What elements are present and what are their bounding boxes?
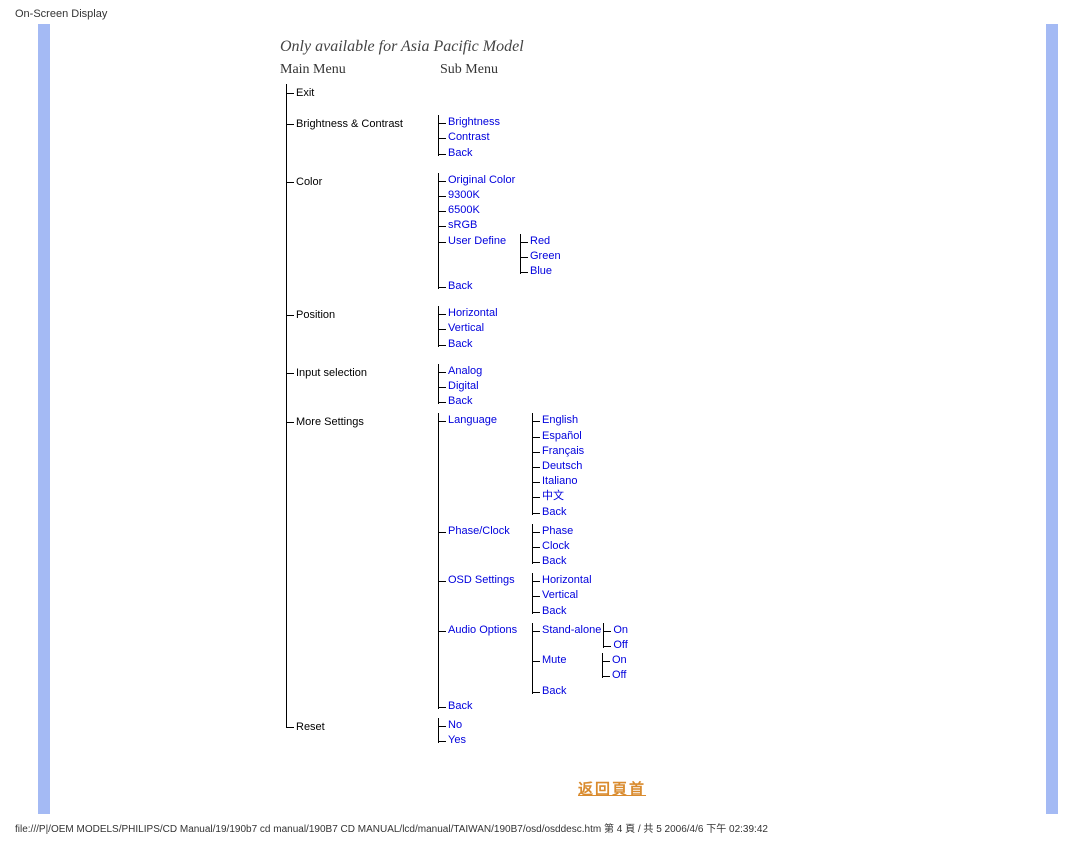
- column-headers: Main Menu Sub Menu: [280, 62, 886, 78]
- menu-brightness-contrast: Brightness & Contrast: [296, 115, 436, 134]
- more-back: Back: [448, 699, 628, 714]
- header-main-menu: Main Menu: [280, 62, 440, 78]
- sub-digital: Digital: [448, 379, 518, 394]
- mute-off: Off: [612, 668, 627, 683]
- sub-pos-horizontal: Horizontal: [448, 306, 518, 321]
- mute-on: On: [612, 653, 627, 668]
- reset-no: No: [448, 718, 518, 733]
- page-header: On-Screen Display: [0, 0, 1080, 24]
- right-gap-1: [886, 24, 1046, 814]
- audio-mute: Mute: [542, 653, 600, 668]
- left-margin: [0, 24, 38, 814]
- sub-language: Language: [448, 413, 530, 428]
- sub-bc-back: Back: [448, 146, 518, 161]
- menu-color: Color: [296, 173, 436, 192]
- page-footer-path: file:///P|/OEM MODELS/PHILIPS/CD Manual/…: [0, 814, 1080, 841]
- standalone-off: Off: [613, 638, 628, 653]
- right-gap-2: [1058, 24, 1080, 814]
- reset-yes: Yes: [448, 733, 518, 748]
- sub-6500k: 6500K: [448, 203, 588, 218]
- sub-brightness: Brightness: [448, 115, 518, 130]
- standalone-on: On: [613, 623, 628, 638]
- osd-vertical: Vertical: [542, 588, 600, 603]
- sub-srgb: sRGB: [448, 218, 588, 233]
- sub-audio-options: Audio Options: [448, 623, 530, 638]
- lang-francais: Français: [542, 444, 600, 459]
- sub2-red: Red: [530, 234, 588, 249]
- sub-input-back: Back: [448, 394, 518, 409]
- audio-standalone: Stand-alone: [542, 623, 601, 638]
- osd-back: Back: [542, 604, 600, 619]
- menu-more-settings: More Settings: [296, 413, 436, 432]
- sub-color-back: Back: [448, 279, 588, 294]
- sub-pos-back: Back: [448, 337, 518, 352]
- sub-user-define: User Define: [448, 234, 518, 249]
- lang-english: English: [542, 413, 600, 428]
- lang-italiano: Italiano: [542, 474, 600, 489]
- left-accent-bar: [38, 24, 50, 814]
- pc-back: Back: [542, 554, 600, 569]
- right-accent-bar: [1046, 24, 1058, 814]
- sub2-green: Green: [530, 249, 588, 264]
- sub-contrast: Contrast: [448, 130, 518, 145]
- menu-reset: Reset: [296, 718, 436, 737]
- lang-back: Back: [542, 505, 600, 520]
- sub-osd-settings: OSD Settings: [448, 573, 530, 588]
- sub2-blue: Blue: [530, 264, 588, 279]
- pc-clock: Clock: [542, 539, 600, 554]
- sub-9300k: 9300K: [448, 188, 588, 203]
- header-title: On-Screen Display: [15, 8, 107, 20]
- menu-position: Position: [296, 306, 436, 325]
- content-wrap: Only available for Asia Pacific Model Ma…: [0, 24, 1080, 814]
- return-to-top-link[interactable]: 返回頁首: [578, 778, 646, 799]
- content-area: Only available for Asia Pacific Model Ma…: [50, 24, 886, 814]
- sub-phase-clock: Phase/Clock: [448, 524, 530, 539]
- header-sub-menu: Sub Menu: [440, 62, 560, 78]
- sub-pos-vertical: Vertical: [448, 321, 518, 336]
- lang-espanol: Español: [542, 429, 600, 444]
- menu-input-selection: Input selection: [296, 364, 436, 383]
- audio-back: Back: [542, 684, 628, 699]
- sub-original-color: Original Color: [448, 173, 588, 188]
- sub-analog: Analog: [448, 364, 518, 379]
- lang-deutsch: Deutsch: [542, 459, 600, 474]
- pc-phase: Phase: [542, 524, 600, 539]
- lang-chinese: 中文: [542, 489, 600, 504]
- osd-horizontal: Horizontal: [542, 573, 600, 588]
- osd-tree: Exit Brightness & Contrast Brightness Co…: [284, 84, 886, 748]
- menu-exit: Exit: [296, 84, 436, 103]
- availability-note: Only available for Asia Pacific Model: [280, 38, 886, 56]
